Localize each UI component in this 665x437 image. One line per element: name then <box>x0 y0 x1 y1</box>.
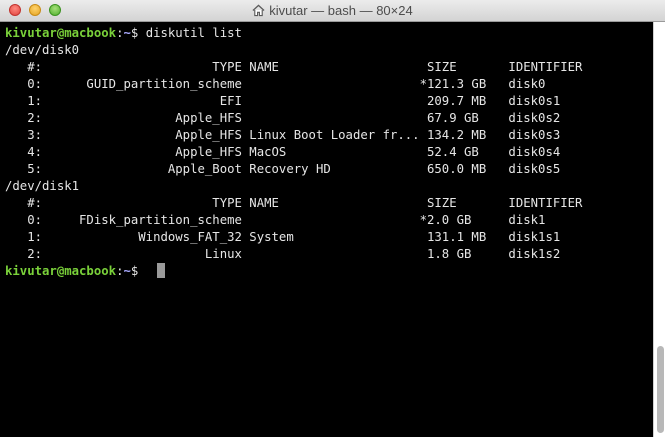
prompt-path: ~ <box>123 264 131 278</box>
prompt-user-host: kivutar@macbook <box>5 26 117 40</box>
disk0-header: #: TYPE NAME SIZE IDENTIFIER <box>5 60 583 74</box>
prompt-symbol: $ <box>130 26 146 40</box>
disk0-row: 1: EFI 209.7 MB disk0s1 <box>5 94 561 108</box>
disk0-row: 2: Apple_HFS 67.9 GB disk0s2 <box>5 111 561 125</box>
text-cursor <box>157 263 165 278</box>
disk1-header: #: TYPE NAME SIZE IDENTIFIER <box>5 196 583 210</box>
disk1-row: 1: Windows_FAT_32 System 131.1 MB disk1s… <box>5 230 561 244</box>
disk0-row: 3: Apple_HFS Linux Boot Loader fr... 134… <box>5 128 561 142</box>
home-icon <box>252 4 265 17</box>
disk0-device: /dev/disk0 <box>5 43 80 57</box>
vertical-scrollbar[interactable] <box>653 22 665 437</box>
prompt-line: kivutar@macbook:~$ <box>5 263 146 280</box>
window-title: kivutar — bash — 80×24 <box>0 3 665 18</box>
prompt-symbol: $ <box>130 264 146 278</box>
window-title-text: kivutar — bash — 80×24 <box>269 3 413 18</box>
command-text: diskutil list <box>145 26 242 40</box>
scrollbar-thumb[interactable] <box>657 346 664 433</box>
disk1-row: 2: Linux 1.8 GB disk1s2 <box>5 247 561 261</box>
prompt-path: ~ <box>123 26 131 40</box>
prompt-line: kivutar@macbook:~$ diskutil list <box>5 25 242 42</box>
disk1-device: /dev/disk1 <box>5 179 80 193</box>
terminal-window: kivutar — bash — 80×24 kivutar@macbook:~… <box>0 0 665 437</box>
disk0-row: 0: GUID_partition_scheme *121.3 GB disk0 <box>5 77 546 91</box>
title-bar[interactable]: kivutar — bash — 80×24 <box>0 0 665 22</box>
disk1-row: 0: FDisk_partition_scheme *2.0 GB disk1 <box>5 213 546 227</box>
disk0-row: 4: Apple_HFS MacOS 52.4 GB disk0s4 <box>5 145 561 159</box>
terminal-output[interactable]: kivutar@macbook:~$ diskutil list /dev/di… <box>0 22 653 437</box>
disk0-row: 5: Apple_Boot Recovery HD 650.0 MB disk0… <box>5 162 561 176</box>
prompt-user-host: kivutar@macbook <box>5 264 117 278</box>
